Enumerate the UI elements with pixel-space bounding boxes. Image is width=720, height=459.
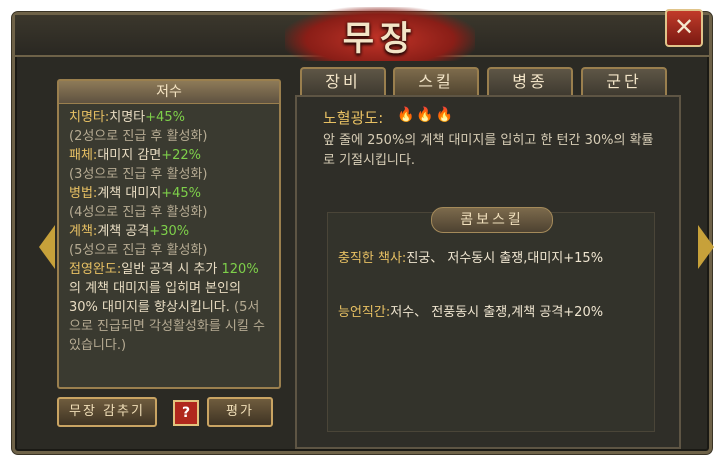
combo-title: 콤보스킬 <box>431 207 553 233</box>
combo-item: 능언직간:저수、 전풍동시 출쟁,계책 공격+20% <box>338 305 604 320</box>
close-icon[interactable]: ✕ <box>665 9 703 47</box>
passive-4: 계책:계책 공격+30% <box>69 224 190 239</box>
passive-4-note: (5성으로 진급 후 활성화) <box>69 243 208 258</box>
passive-2: 패체:대미지 감면+22% <box>69 148 202 163</box>
passive-list: 치명타:치명타+45% (2성으로 진급 후 활성화) 패체:대미지 감면+22… <box>59 104 279 355</box>
general-name: 저수 <box>59 81 279 104</box>
tab-troop-type[interactable]: 병종 <box>487 67 573 95</box>
combo-skill-box: 콤보스킬 충직한 책사:진궁、 저수동시 출쟁,대미지+15% 능언직간:저수、… <box>327 207 655 432</box>
tab-legion[interactable]: 군단 <box>581 67 667 95</box>
help-button[interactable]: ? <box>173 400 199 426</box>
combo-item: 충직한 책사:진궁、 저수동시 출쟁,대미지+15% <box>338 251 604 266</box>
flame-icon: 🔥🔥🔥 <box>397 107 456 123</box>
prev-arrow-icon[interactable] <box>39 225 55 269</box>
general-window: 무장 ✕ 저수 치명타:치명타+45% (2성으로 진급 후 활성화) 패체:대… <box>12 7 714 454</box>
skill-description: 앞 줄에 250%의 계책 대미지를 입히고 한 턴간 30%의 확률로 기절시… <box>323 133 654 168</box>
passive-3-note: (4성으로 진급 후 활성화) <box>69 205 208 220</box>
tab-skill[interactable]: 스킬 <box>393 67 479 95</box>
title-bar: 무장 ✕ <box>15 7 709 61</box>
tab-equipment[interactable]: 장비 <box>300 67 386 95</box>
skill-panel: 노혈광도: 🔥🔥🔥 앞 줄에 250%의 계책 대미지를 입히고 한 턴간 30… <box>295 95 681 449</box>
window-title: 무장 <box>342 19 418 59</box>
passive-1: 치명타:치명타+45% <box>69 110 185 125</box>
general-info-panel: 저수 치명타:치명타+45% (2성으로 진급 후 활성화) 패체:대미지 감면… <box>57 79 281 389</box>
skill-name: 노혈광도: <box>323 109 384 127</box>
passive-2-note: (3성으로 진급 후 활성화) <box>69 167 208 182</box>
next-arrow-icon[interactable] <box>698 225 714 269</box>
rate-button[interactable]: 평가 <box>207 397 273 427</box>
hide-general-button[interactable]: 무장 감추기 <box>57 397 157 427</box>
passive-1-note: (2성으로 진급 후 활성화) <box>69 129 208 144</box>
awakening-ability: 점영완도:일반 공격 시 추가 120%의 계책 대미지를 입히며 본인의 30… <box>69 262 265 353</box>
passive-3: 병법:계책 대미지+45% <box>69 186 202 201</box>
